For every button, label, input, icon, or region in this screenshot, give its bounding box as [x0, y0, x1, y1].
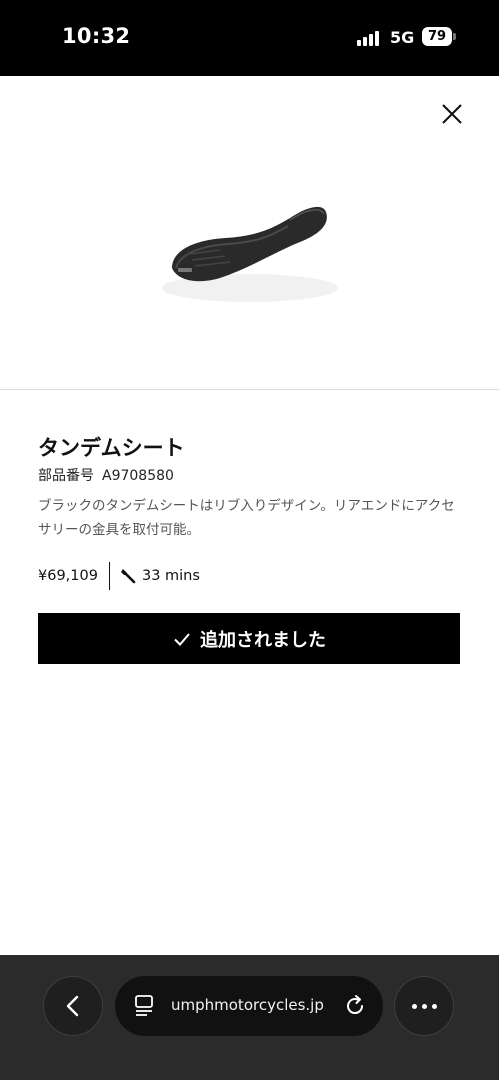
motorcycle-seat-image [162, 206, 338, 302]
battery-icon: 79 [422, 27, 452, 46]
price: ¥69,109 [38, 568, 98, 584]
status-time: 10:32 [62, 24, 131, 48]
close-button[interactable] [438, 100, 466, 128]
address-bar[interactable]: umphmotorcycles.jp [115, 976, 383, 1036]
meta-separator [108, 562, 110, 590]
close-icon [442, 104, 462, 124]
check-icon [174, 632, 190, 646]
part-number-label: 部品番号 [38, 468, 94, 484]
more-button[interactable] [394, 976, 454, 1036]
meta-row: ¥69,109 33 mins [38, 562, 200, 590]
install-time: 33 mins [141, 568, 200, 584]
wrench-icon [120, 569, 136, 584]
reader-icon [135, 995, 153, 1016]
chevron-left-icon [66, 995, 79, 1017]
part-number-row: 部品番号 A9708580 [38, 465, 174, 485]
battery-tip [453, 33, 456, 40]
network-type: 5G [390, 28, 415, 47]
more-icon [411, 1003, 437, 1009]
back-button[interactable] [43, 976, 103, 1036]
status-bar: 10:32 5G 79 [0, 0, 499, 76]
reload-icon[interactable] [343, 994, 367, 1018]
browser-toolbar: umphmotorcycles.jp [0, 955, 499, 1080]
divider [0, 389, 499, 390]
added-button-label: 追加されました [200, 629, 326, 651]
signal-icon [357, 30, 383, 46]
product-title: タンデムシート [38, 436, 185, 460]
added-to-cart-button[interactable]: 追加されました [38, 613, 460, 664]
part-number: A9708580 [102, 468, 174, 484]
url-text: umphmotorcycles.jp [171, 996, 324, 1014]
product-description: ブラックのタンデムシートはリブ入りデザイン。リアエンドにアクセサリーの金具を取付… [38, 498, 455, 538]
